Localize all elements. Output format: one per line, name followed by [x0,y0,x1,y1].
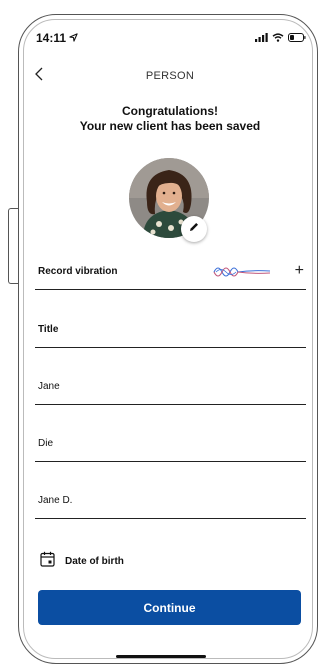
home-indicator [116,655,206,658]
plus-icon[interactable]: + [295,262,304,280]
continue-button[interactable]: Continue [38,590,301,625]
success-subline: Your new client has been saved [79,119,261,133]
waveform-icon [212,262,272,287]
first-name-value: Jane [38,381,60,392]
last-name-field[interactable]: Die [35,434,306,462]
success-headline: Congratulations! [122,104,218,118]
display-name-field[interactable]: Jane D. [35,491,306,519]
last-name-value: Die [38,438,54,449]
navigation-bar: PERSON [30,67,310,88]
display-name-value: Jane D. [38,495,73,506]
pencil-icon [188,220,200,238]
wifi-icon [272,29,284,47]
date-of-birth-label: Date of birth [65,556,124,567]
device-side-button [8,208,18,284]
success-message: Congratulations! Your new client has bee… [30,104,310,134]
signal-icon [255,29,268,47]
title-field-label: Title [38,324,59,335]
status-time: 14:11 [36,31,67,45]
avatar-container [129,158,211,242]
location-arrow-icon [69,29,78,47]
calendar-icon [40,551,55,572]
battery-icon [288,29,306,47]
record-vibration-row[interactable]: Record vibration + [35,262,306,290]
edit-photo-button[interactable] [181,216,207,242]
status-bar: 14:11 [36,30,306,46]
first-name-field[interactable]: Jane [35,377,306,405]
title-field[interactable]: Title [35,320,306,348]
date-of-birth-field[interactable]: Date of birth [40,551,124,572]
page-title: PERSON [145,70,195,82]
record-vibration-label: Record vibration [38,266,118,277]
